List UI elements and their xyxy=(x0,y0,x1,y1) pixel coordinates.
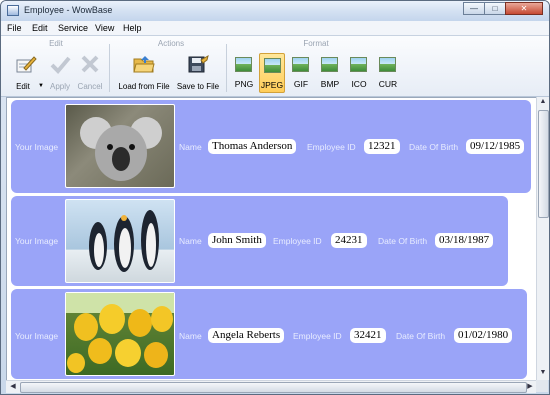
save-disk-icon xyxy=(188,54,209,73)
scroll-up-arrow-icon[interactable]: ▲ xyxy=(537,98,549,105)
dob-value[interactable]: 09/12/1985 xyxy=(466,139,525,154)
image-format-icon xyxy=(350,57,367,72)
menu-view[interactable]: View xyxy=(95,23,114,33)
image-label: Your Image xyxy=(15,142,59,152)
image-label: Your Image xyxy=(15,236,59,246)
image-format-icon xyxy=(321,57,338,72)
menu-edit[interactable]: Edit xyxy=(32,23,48,33)
horizontal-scroll-thumb[interactable] xyxy=(20,382,527,393)
vertical-scroll-thumb[interactable] xyxy=(538,110,549,218)
format-label: CUR xyxy=(378,79,398,89)
separator xyxy=(109,44,110,92)
scroll-left-arrow-icon[interactable]: ◀ xyxy=(7,382,19,390)
maximize-button[interactable]: □ xyxy=(484,2,506,15)
vertical-scrollbar[interactable]: ▲ ▼ xyxy=(536,97,549,380)
list-item[interactable]: Your Image Name Thomas Anderson Employee… xyxy=(11,100,531,193)
name-label: Name xyxy=(179,236,202,246)
load-from-file-button[interactable]: Load from File xyxy=(114,50,174,94)
image-format-icon xyxy=(235,57,252,72)
close-button[interactable]: ✕ xyxy=(505,2,543,15)
employee-photo[interactable] xyxy=(65,199,175,283)
employee-id-value[interactable]: 24231 xyxy=(331,233,367,248)
format-bmp-button[interactable]: BMP xyxy=(317,53,343,93)
name-label: Name xyxy=(179,331,202,341)
list-item[interactable]: Your Image Name John Smith Employee ID 2… xyxy=(11,196,508,286)
size-grip[interactable] xyxy=(536,380,548,392)
load-from-file-label: Load from File xyxy=(118,82,170,91)
menu-file[interactable]: File xyxy=(7,23,22,33)
edit-label: Edit xyxy=(16,82,30,91)
employee-name[interactable]: Thomas Anderson xyxy=(208,139,297,154)
group-title-format: Format xyxy=(303,39,329,48)
app-window: Employee - WowBase — □ ✕ File Edit Servi… xyxy=(0,0,550,395)
save-to-file-button[interactable]: Save to File xyxy=(175,50,221,94)
employee-id-label: Employee ID xyxy=(307,142,356,152)
folder-open-icon xyxy=(133,56,155,73)
dob-value[interactable]: 03/18/1987 xyxy=(435,233,494,248)
employee-id-label: Employee ID xyxy=(293,331,342,341)
cancel-x-icon xyxy=(81,55,99,73)
format-gif-button[interactable]: GIF xyxy=(288,53,314,93)
records-list[interactable]: Your Image Name Thomas Anderson Employee… xyxy=(6,97,538,382)
image-format-icon xyxy=(379,57,396,72)
group-title-actions: Actions xyxy=(157,39,185,48)
edit-icon xyxy=(16,56,37,73)
cancel-label: Cancel xyxy=(77,82,103,91)
toolbar: Edit Edit ▼ Apply Cancel Actions Load fr… xyxy=(1,36,549,97)
penguins-image xyxy=(89,210,159,272)
horizontal-scrollbar[interactable]: ◀ ▶ xyxy=(6,380,536,393)
dob-label: Date Of Birth xyxy=(409,142,459,152)
employee-name[interactable]: John Smith xyxy=(208,233,266,248)
title-bar: Employee - WowBase — □ ✕ xyxy=(1,1,549,21)
menu-help[interactable]: Help xyxy=(123,23,142,33)
dob-value[interactable]: 01/02/1980 xyxy=(454,328,513,343)
apply-label: Apply xyxy=(49,82,70,91)
app-icon xyxy=(7,5,19,16)
employee-name[interactable]: Angela Reberts xyxy=(208,328,285,343)
image-label: Your Image xyxy=(15,331,59,341)
dob-label: Date Of Birth xyxy=(396,331,446,341)
list-item[interactable]: Your Image Name Angela Reberts Employee … xyxy=(11,289,527,379)
format-cur-button[interactable]: CUR xyxy=(375,53,401,93)
save-to-file-label: Save to File xyxy=(176,82,220,91)
tulips-image xyxy=(66,293,174,373)
minimize-button[interactable]: — xyxy=(463,2,485,15)
employee-id-value[interactable]: 12321 xyxy=(364,139,400,154)
employee-id-label: Employee ID xyxy=(273,236,322,246)
format-png-button[interactable]: PNG xyxy=(231,53,257,93)
checkmark-icon xyxy=(50,56,71,74)
image-format-icon xyxy=(264,58,281,73)
apply-button[interactable]: Apply xyxy=(45,50,75,94)
edit-dropdown-arrow-icon[interactable]: ▼ xyxy=(38,83,44,89)
menu-bar: File Edit Service View Help xyxy=(1,21,549,36)
format-jpeg-button[interactable]: JPEG xyxy=(259,53,285,93)
scroll-down-arrow-icon[interactable]: ▼ xyxy=(537,369,549,376)
name-label: Name xyxy=(179,142,202,152)
format-ico-button[interactable]: ICO xyxy=(346,53,372,93)
employee-photo[interactable] xyxy=(65,292,175,376)
group-title-edit: Edit xyxy=(49,39,63,48)
scroll-right-arrow-icon[interactable]: ▶ xyxy=(524,382,536,390)
employee-id-value[interactable]: 32421 xyxy=(350,328,386,343)
menu-service[interactable]: Service xyxy=(58,23,88,33)
cancel-button[interactable]: Cancel xyxy=(75,50,105,94)
koala-image xyxy=(80,117,162,181)
window-title: Employee - WowBase xyxy=(24,5,113,15)
image-format-icon xyxy=(292,57,309,72)
dob-label: Date Of Birth xyxy=(378,236,428,246)
employee-photo[interactable] xyxy=(65,104,175,188)
